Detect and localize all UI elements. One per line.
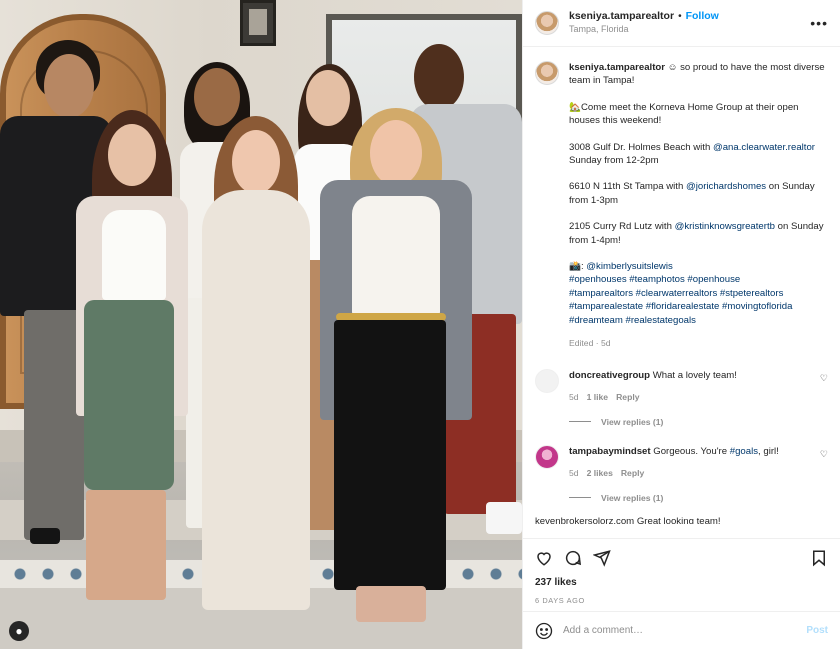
commenter-avatar[interactable]	[535, 368, 559, 393]
hashtags-line[interactable]: #openhouses #teamphotos #openhouse	[569, 273, 828, 286]
comment-likes[interactable]: 1 like	[587, 392, 609, 402]
emoji-icon[interactable]	[535, 622, 553, 640]
comment-age: 5d	[569, 467, 579, 478]
post-comment-button[interactable]: Post	[806, 625, 828, 636]
author-avatar[interactable]	[535, 11, 559, 35]
likes-count[interactable]: 237 likes	[535, 577, 828, 588]
post-header: kseniya.tamparealtor • Follow Tampa, Flori…	[523, 0, 840, 47]
post-side-panel: kseniya.tamparealtor • Follow Tampa, Flori…	[522, 0, 840, 649]
commenter-avatar[interactable]	[535, 444, 559, 469]
add-comment-bar: Post	[523, 611, 840, 649]
commenter-username[interactable]: doncreativegroup	[569, 370, 650, 381]
header-text: kseniya.tamparealtor • Follow Tampa, Flori…	[569, 10, 810, 36]
house2-address: 6610 N 11th St Tampa with	[569, 181, 686, 193]
comment-meta: 5d 2 likes Reply	[569, 467, 814, 480]
person-figure	[190, 116, 322, 636]
separator-dot: •	[678, 11, 682, 22]
comment-text: Gorgeous. You're	[650, 445, 730, 457]
house1-address: 3008 Gulf Dr. Holmes Beach with	[569, 141, 713, 153]
post-photo[interactable]: ●	[0, 0, 522, 649]
view-replies-button[interactable]: View replies (1)	[569, 417, 828, 427]
caption-text: kseniya.tamparealtor ☺ so proud to have …	[569, 61, 828, 351]
instagram-post-view: ● kseniya.tamparealtor • Follow Tampa, Flo…	[0, 0, 840, 649]
commenter-username[interactable]: tampabaymindset	[569, 446, 651, 457]
photographer-mention[interactable]: @kimberlysuitslewis	[586, 261, 673, 272]
post-actions: 237 likes 6 DAYS AGO	[523, 538, 840, 611]
comments-scroll-area[interactable]: kseniya.tamparealtor ☺ so proud to have …	[523, 47, 840, 538]
more-horizontal-icon[interactable]: •••	[810, 15, 828, 31]
reply-button[interactable]: Reply	[621, 468, 644, 478]
person-figure	[316, 108, 472, 628]
hashtags-line[interactable]: #dreamteam #realestategoals	[569, 314, 828, 327]
camera-emoji: 📸:	[569, 261, 587, 273]
house2-agent-mention[interactable]: @jorichardshomes	[686, 181, 766, 192]
add-comment-input[interactable]	[563, 625, 807, 636]
comment-meta: 5d 1 like Reply	[569, 391, 814, 404]
caption-username[interactable]: kseniya.tamparealtor	[569, 62, 665, 73]
heart-icon[interactable]	[535, 549, 553, 567]
comment-age: 5d	[569, 391, 579, 402]
comment-item: doncreativegroup What a lovely team! 5d 1…	[535, 368, 828, 404]
comment-body: tampabaymindset Gorgeous. You're #goals,…	[569, 445, 814, 480]
comment-item: tampabaymindset Gorgeous. You're #goals,…	[535, 444, 828, 480]
caption: kseniya.tamparealtor ☺ so proud to have …	[535, 61, 828, 351]
person-figure	[72, 110, 190, 610]
house1-agent-mention[interactable]: @ana.clearwater.realtor	[713, 142, 815, 153]
user-tag-icon[interactable]: ●	[9, 621, 29, 641]
comment-hashtag[interactable]: #goals	[730, 446, 758, 457]
comment-like-heart-icon[interactable]: ♡	[820, 373, 828, 404]
reply-button[interactable]: Reply	[616, 392, 639, 402]
comment-like-heart-icon[interactable]: ♡	[820, 449, 828, 480]
comment-icon[interactable]	[564, 549, 582, 567]
comment-text: What a lovely team!	[650, 369, 737, 381]
follow-button[interactable]: Follow	[686, 10, 719, 22]
comment-text: , girl!	[758, 445, 779, 457]
photo-wall-lamp	[240, 0, 276, 46]
author-username[interactable]: kseniya.tamparealtor	[569, 10, 674, 22]
share-icon[interactable]	[593, 549, 611, 567]
action-icons-row	[535, 547, 828, 569]
caption-meta: Edited · 5d	[569, 338, 611, 349]
view-replies-button[interactable]: View replies (1)	[569, 493, 828, 503]
comment-body: doncreativegroup What a lovely team! 5d 1…	[569, 369, 814, 404]
house1-time: Sunday from 12-2pm	[569, 155, 659, 167]
hashtags-line[interactable]: #tamparealestate #floridarealestate #mov…	[569, 300, 828, 313]
caption-author-avatar[interactable]	[535, 61, 559, 85]
post-time-ago[interactable]: 6 DAYS AGO	[535, 596, 828, 605]
bookmark-icon[interactable]	[810, 549, 828, 567]
post-location[interactable]: Tampa, Florida	[569, 23, 810, 36]
hashtags-line[interactable]: #tamparealtors #clearwaterrealtors #stpe…	[569, 287, 828, 300]
comment-likes[interactable]: 2 likes	[587, 468, 613, 478]
house3-agent-mention[interactable]: @kristinknowsgreatertb	[675, 221, 775, 232]
partial-comment: kevenbrokersolorz.com Great looking team…	[535, 515, 721, 524]
house3-address: 2105 Curry Rd Lutz with	[569, 221, 675, 233]
caption-intro: 🏡Come meet the Korneva Home Group at the…	[569, 101, 799, 127]
